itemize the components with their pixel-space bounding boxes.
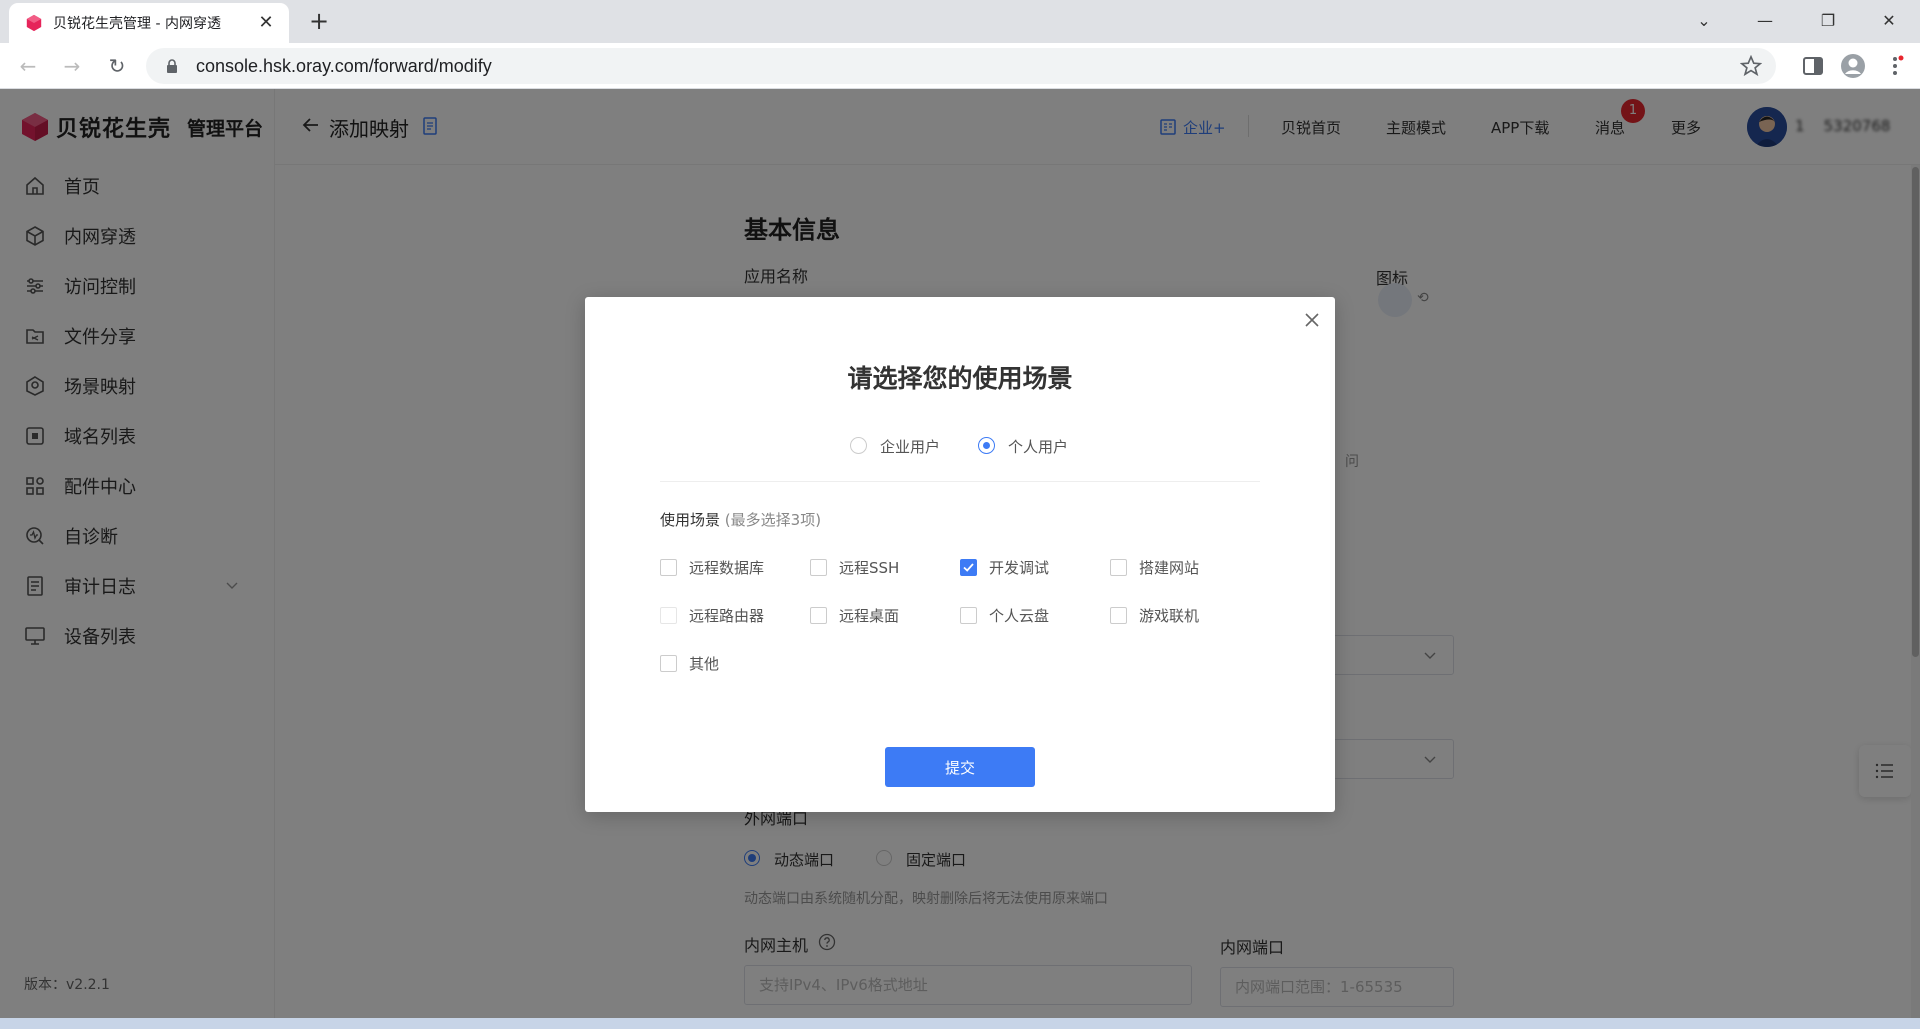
tab-title: 贝锐花生壳管理 - 内网穿透: [53, 16, 221, 32]
user-type-enterprise-label[interactable]: 企业用户: [880, 436, 940, 457]
close-icon[interactable]: [1303, 311, 1321, 329]
scene-checkbox-gaming[interactable]: [1110, 607, 1127, 624]
scene-label-gaming[interactable]: 游戏联机: [1139, 605, 1199, 626]
scene-label-remote-desktop[interactable]: 远程桌面: [839, 605, 899, 626]
checkmark-icon: [963, 563, 974, 572]
window-close-icon[interactable]: ✕: [1866, 6, 1912, 36]
url-omnibox[interactable]: console.hsk.oray.com/forward/modify: [146, 48, 1776, 84]
bookmark-star-icon[interactable]: [1740, 55, 1762, 77]
modal-divider: [660, 481, 1260, 482]
scene-checkbox-personal-cloud[interactable]: [960, 607, 977, 624]
scene-checkbox-dev-debug[interactable]: [960, 559, 977, 576]
scene-checkbox-other[interactable]: [660, 655, 677, 672]
scene-selection-modal: 请选择您的使用场景 企业用户 个人用户 使用场景 (最多选择3项) 远程数据库 …: [585, 297, 1335, 812]
scene-label: 使用场景: [660, 511, 721, 529]
scene-label-dev-debug[interactable]: 开发调试: [989, 557, 1049, 578]
browser-tabbar: 贝锐花生壳管理 - 内网穿透 ✕ + ⌄ — ❐ ✕: [0, 0, 1920, 43]
browser-tab[interactable]: 贝锐花生壳管理 - 内网穿透 ✕: [9, 3, 289, 43]
scene-label-remote-db[interactable]: 远程数据库: [689, 557, 764, 578]
restore-icon[interactable]: ❐: [1805, 6, 1851, 36]
user-type-personal-label[interactable]: 个人用户: [1008, 436, 1068, 457]
side-panel-icon[interactable]: [1800, 53, 1826, 79]
address-bar: ← → ↻ console.hsk.oray.com/forward/modif…: [0, 43, 1920, 89]
scene-note: (最多选择3项): [724, 511, 822, 529]
user-type-personal-radio[interactable]: [978, 437, 995, 454]
scene-label-personal-cloud[interactable]: 个人云盘: [989, 605, 1049, 626]
user-type-enterprise-radio[interactable]: [850, 437, 867, 454]
url-text: console.hsk.oray.com/forward/modify: [196, 55, 492, 76]
scene-label-remote-ssh[interactable]: 远程SSH: [839, 557, 899, 578]
reload-icon[interactable]: ↻: [102, 51, 132, 81]
minimize-icon[interactable]: —: [1742, 6, 1788, 36]
scene-label-remote-router[interactable]: 远程路由器: [689, 605, 764, 626]
oray-favicon-icon: [26, 14, 42, 32]
lock-icon: [167, 59, 177, 73]
tab-close-icon[interactable]: ✕: [255, 12, 277, 34]
scene-checkbox-remote-router[interactable]: [660, 607, 677, 624]
taskbar-strip: [0, 1018, 1920, 1029]
scene-checkbox-remote-desktop[interactable]: [810, 607, 827, 624]
forward-icon[interactable]: →: [57, 51, 87, 81]
back-icon[interactable]: ←: [13, 51, 43, 81]
scene-label-website[interactable]: 搭建网站: [1139, 557, 1199, 578]
tab-search-icon[interactable]: ⌄: [1681, 6, 1727, 36]
modal-title: 请选择您的使用场景: [847, 364, 1073, 393]
scene-label-other[interactable]: 其他: [689, 653, 719, 674]
scene-checkbox-remote-db[interactable]: [660, 559, 677, 576]
scene-title: 使用场景 (最多选择3项): [660, 509, 821, 530]
new-tab-icon[interactable]: +: [305, 8, 333, 36]
scene-checkbox-website[interactable]: [1110, 559, 1127, 576]
profile-icon[interactable]: [1840, 53, 1866, 79]
browser-menu-icon[interactable]: [1882, 53, 1908, 79]
submit-button[interactable]: 提交: [885, 747, 1035, 787]
scene-checkbox-remote-ssh[interactable]: [810, 559, 827, 576]
